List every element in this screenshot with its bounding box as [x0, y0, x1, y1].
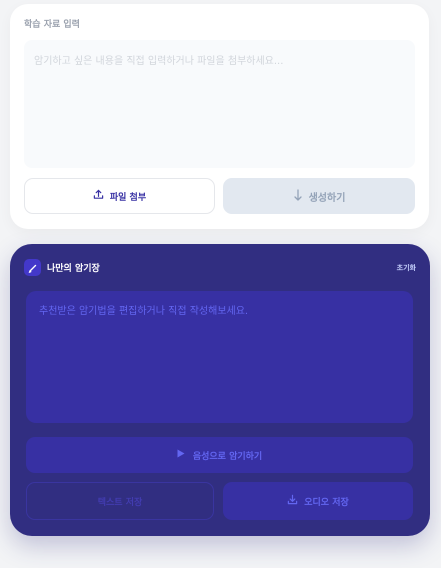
save-text-label: 텍스트 저장	[97, 497, 143, 508]
save-text-button[interactable]: 텍스트 저장	[26, 482, 214, 520]
upload-icon	[93, 189, 104, 203]
arrow-down-icon	[293, 188, 303, 204]
notebook-editor[interactable]	[26, 291, 413, 423]
reset-button[interactable]: 초기화	[397, 263, 416, 273]
save-audio-button[interactable]: 오디오 저장	[223, 482, 413, 520]
attach-file-button[interactable]: 파일 첨부	[24, 178, 215, 214]
generate-button[interactable]: 생성하기	[223, 178, 415, 214]
play-icon	[177, 449, 185, 461]
generate-label: 생성하기	[308, 192, 346, 204]
input-card: 학습 자료 입력 파일 첨부 생성하기	[10, 4, 429, 229]
voice-memorize-button[interactable]: 음성으로 암기하기	[26, 437, 413, 473]
notebook-title: 나만의 암기장	[47, 264, 100, 274]
pencil-icon	[24, 259, 41, 276]
download-icon	[287, 494, 298, 508]
voice-memorize-label: 음성으로 암기하기	[192, 451, 263, 462]
input-section-label: 학습 자료 입력	[24, 20, 80, 30]
attach-file-label: 파일 첨부	[109, 192, 147, 203]
save-audio-label: 오디오 저장	[304, 497, 349, 508]
notebook-header: 나만의 암기장	[24, 259, 100, 276]
study-material-input[interactable]	[24, 40, 415, 168]
notebook-card: 나만의 암기장 초기화 음성으로 암기하기 텍스트 저장 오디오 저장	[10, 244, 430, 536]
